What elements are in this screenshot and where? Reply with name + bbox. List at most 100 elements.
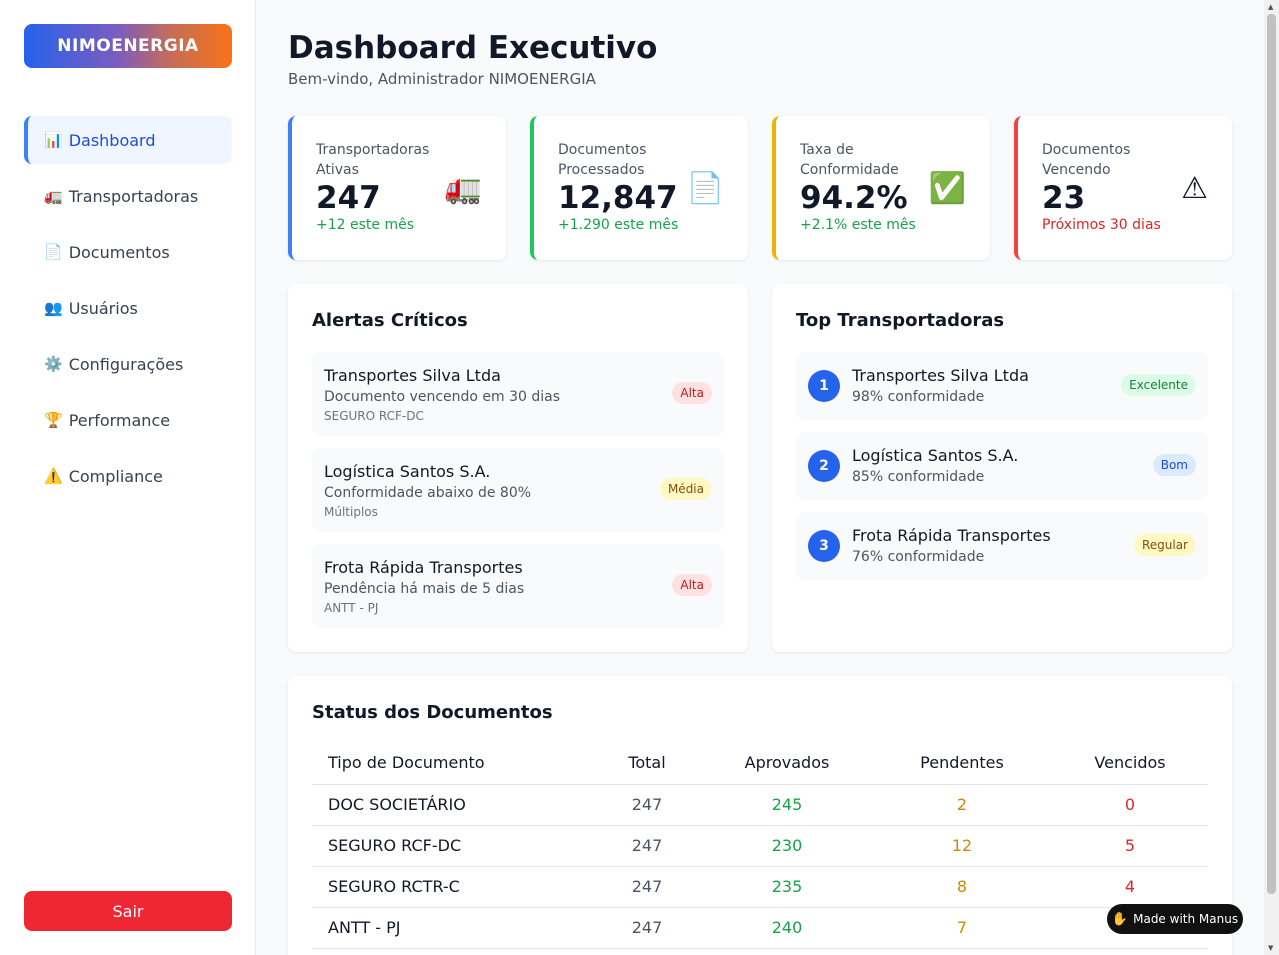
sidebar-item-usuarios[interactable]: 👥 Usuários — [24, 284, 232, 332]
stat-value: 12,847 — [558, 180, 678, 216]
approved-count: 240 — [702, 907, 872, 949]
approved-count: 230 — [702, 825, 872, 867]
sidebar-item-performance[interactable]: 🏆 Performance — [24, 396, 232, 444]
doc-type: SEGURO RCF-DC — [312, 825, 592, 867]
alert-description: Pendência há mais de 5 dias — [324, 581, 525, 597]
carrier-item[interactable]: 2 Logística Santos S.A. 85% conformidade… — [796, 432, 1208, 500]
carrier-conformity: 98% conformidade — [852, 389, 985, 405]
rating-badge: Bom — [1152, 454, 1196, 476]
warning-icon: ⚠️ — [44, 467, 63, 485]
doc-type: ANTT - PJ — [312, 907, 592, 949]
stat-card-conformidade: Taxa de Conformidade 94.2% +2.1% este mê… — [772, 116, 990, 260]
carrier-item[interactable]: 3 Frota Rápida Transportes 76% conformid… — [796, 512, 1208, 580]
rating-badge: Excelente — [1121, 374, 1196, 396]
stat-label: Documentos Processados — [558, 142, 647, 178]
sidebar-item-label: Transportadoras — [68, 186, 199, 206]
sidebar-item-compliance[interactable]: ⚠️ Compliance — [24, 452, 232, 500]
stat-card-documentos: Documentos Processados 12,847 +1.290 est… — [530, 116, 748, 260]
sidebar: NIMOENERGIA 📊 Dashboard 🚛 Transportadora… — [0, 0, 256, 955]
page-subtitle: Bem-vindo, Administrador NIMOENERGIA — [288, 70, 596, 88]
check-icon: ✅ — [928, 171, 966, 206]
scroll-up-arrow-icon[interactable]: ▲ — [1268, 3, 1273, 11]
sidebar-item-label: Dashboard — [68, 130, 156, 150]
rank-badge: 2 — [808, 450, 840, 482]
alerts-card: Alertas Críticos Transportes Silva Ltda … — [288, 284, 748, 652]
page-title: Dashboard Executivo — [288, 30, 658, 66]
scroll-down-arrow-icon[interactable]: ▼ — [1268, 944, 1273, 952]
hand-icon: ✋ — [1111, 911, 1129, 927]
sidebar-item-label: Compliance — [68, 466, 163, 486]
warning-icon: ⚠ — [1181, 171, 1208, 206]
expired-count: 4 — [1052, 866, 1208, 908]
priority-badge: Alta — [672, 574, 712, 596]
document-icon: 📄 — [686, 171, 724, 206]
trophy-icon: 🏆 — [44, 411, 63, 429]
sidebar-item-label: Usuários — [68, 298, 138, 318]
document-icon: 📄 — [44, 243, 63, 261]
made-with-manus-badge[interactable]: ✋ Made with Manus — [1107, 904, 1243, 934]
column-header: Aprovados — [702, 742, 872, 785]
table-row: SEGURO RCF-DC 247 230 12 5 — [312, 825, 1208, 867]
rank-badge: 3 — [808, 530, 840, 562]
top-carriers-card: Top Transportadoras 1 Transportes Silva … — [772, 284, 1232, 652]
total-count: 247 — [592, 825, 702, 867]
users-icon: 👥 — [44, 299, 63, 317]
stat-label: Transportadoras Ativas — [316, 142, 430, 178]
stat-label: Taxa de Conformidade — [800, 142, 899, 178]
carrier-item[interactable]: 1 Transportes Silva Ltda 98% conformidad… — [796, 352, 1208, 420]
chart-icon: 📊 — [44, 131, 63, 149]
pending-count: 8 — [872, 866, 1052, 908]
column-header: Pendentes — [872, 742, 1052, 785]
badge-label: Made with Manus — [1133, 912, 1239, 926]
column-header: Vencidos — [1052, 742, 1208, 785]
stat-change: +1.290 este mês — [558, 217, 679, 233]
scrollbar-thumb[interactable] — [1267, 14, 1276, 894]
carrier-name: Logística Santos S.A. — [852, 446, 1019, 465]
logout-button[interactable]: Sair — [24, 891, 232, 931]
approved-count: 245 — [702, 784, 872, 826]
document-status-table: Tipo de Documento Total Aprovados Penden… — [312, 742, 1208, 949]
sidebar-item-label: Documentos — [68, 242, 170, 262]
page-scrollbar[interactable]: ▲ ▼ — [1264, 0, 1279, 955]
doc-type: SEGURO RCTR-C — [312, 866, 592, 908]
sidebar-item-configuracoes[interactable]: ⚙️ Configurações — [24, 340, 232, 388]
alert-item[interactable]: Transportes Silva Ltda Documento vencend… — [312, 352, 724, 436]
approved-count: 235 — [702, 866, 872, 908]
column-header: Tipo de Documento — [312, 742, 592, 785]
truck-icon: 🚛 — [44, 187, 63, 205]
total-count: 247 — [592, 866, 702, 908]
carrier-conformity: 85% conformidade — [852, 469, 985, 485]
rank-badge: 1 — [808, 370, 840, 402]
sidebar-item-transportadoras[interactable]: 🚛 Transportadoras — [24, 172, 232, 220]
stat-change: +12 este mês — [316, 217, 414, 233]
document-status-title: Status dos Documentos — [312, 702, 553, 723]
top-carriers-title: Top Transportadoras — [796, 310, 1005, 331]
sidebar-item-label: Configurações — [68, 354, 184, 374]
alerts-title: Alertas Críticos — [312, 310, 468, 331]
carrier-name: Frota Rápida Transportes — [852, 526, 1051, 545]
pending-count: 7 — [872, 907, 1052, 949]
sidebar-item-documentos[interactable]: 📄 Documentos — [24, 228, 232, 276]
pending-count: 2 — [872, 784, 1052, 826]
document-status-card: Status dos Documentos Tipo de Documento … — [288, 676, 1232, 955]
stat-value: 247 — [316, 180, 381, 216]
alert-item[interactable]: Frota Rápida Transportes Pendência há ma… — [312, 544, 724, 628]
column-header: Total — [592, 742, 702, 785]
rating-badge: Regular — [1133, 534, 1196, 556]
alert-description: Conformidade abaixo de 80% — [324, 485, 532, 501]
sidebar-item-dashboard[interactable]: 📊 Dashboard — [24, 116, 232, 164]
alert-description: Documento vencendo em 30 dias — [324, 389, 561, 405]
total-count: 247 — [592, 784, 702, 826]
expired-count: 5 — [1052, 825, 1208, 867]
alert-item[interactable]: Logística Santos S.A. Conformidade abaix… — [312, 448, 724, 532]
alert-document: SEGURO RCF-DC — [324, 409, 424, 423]
table-row: ANTT - PJ 247 240 7 — [312, 907, 1208, 949]
doc-type: DOC SOCIETÁRIO — [312, 784, 592, 826]
truck-icon: 🚛 — [444, 171, 482, 206]
table-header-row: Tipo de Documento Total Aprovados Penden… — [312, 742, 1208, 785]
sidebar-item-label: Performance — [68, 410, 171, 430]
table-row: SEGURO RCTR-C 247 235 8 4 — [312, 866, 1208, 908]
alert-document: ANTT - PJ — [324, 601, 379, 615]
brand-logo[interactable]: NIMOENERGIA — [24, 24, 232, 68]
sidebar-nav: 📊 Dashboard 🚛 Transportadoras 📄 Document… — [24, 116, 232, 508]
